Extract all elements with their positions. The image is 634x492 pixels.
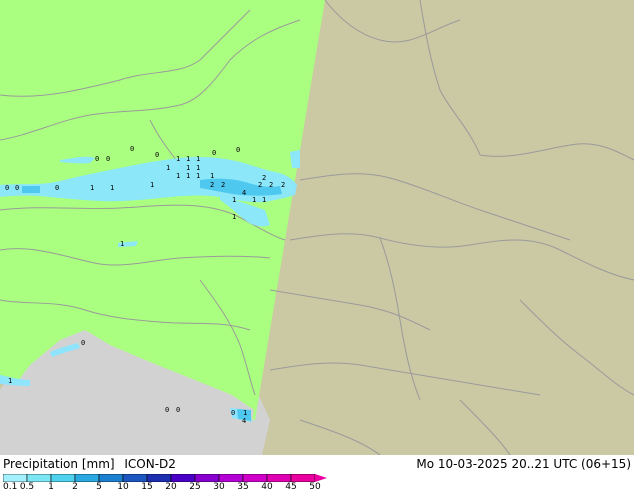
color-scale-segment [26, 474, 52, 482]
value-label: 1 [110, 184, 114, 192]
value-label: 0 [106, 155, 110, 163]
value-label: 1 [252, 196, 256, 204]
value-label: 1 [232, 213, 236, 221]
color-scale-segment [218, 474, 244, 482]
value-label: 1 [8, 377, 12, 385]
value-label: 4 [242, 189, 246, 197]
color-scale-segment [122, 474, 148, 482]
value-label: 1 [186, 164, 190, 172]
value-label: 1 [90, 184, 94, 192]
value-label: 1 [186, 155, 190, 163]
value-label: 0 [176, 406, 180, 414]
value-label: 0 [165, 406, 169, 414]
map-title: Precipitation [mm] ICON-D2 [3, 457, 182, 471]
color-scale-segment [170, 474, 196, 482]
value-label: 1 [196, 172, 200, 180]
value-label: 1 [243, 409, 247, 417]
color-scale-segment [266, 474, 292, 482]
value-label: 0 [155, 151, 159, 159]
value-label: 2 [210, 181, 214, 189]
map-footer: Precipitation [mm] ICON-D2 Mo 10-03-2025… [0, 455, 634, 492]
value-label: 0 [130, 145, 134, 153]
value-label: 1 [186, 172, 190, 180]
value-label: 0 [231, 409, 235, 417]
color-scale-segment [146, 474, 172, 482]
value-label: 2 [221, 181, 225, 189]
value-label: 4 [242, 417, 246, 425]
color-scale-segment [98, 474, 124, 482]
value-label: 0 [55, 184, 59, 192]
value-label: 2 [262, 174, 266, 182]
value-label: 1 [262, 196, 266, 204]
variable-label: Precipitation [mm] [3, 457, 115, 471]
color-scale-segment [50, 474, 76, 482]
value-label: 2 [258, 181, 262, 189]
color-scale [3, 474, 327, 482]
value-label: 1 [176, 172, 180, 180]
value-label: 1 [176, 155, 180, 163]
color-scale-segment [194, 474, 220, 482]
precipitation-map: 0 0 0 0 0 0 0 0 0 1 1 1 1 1 1 1 1 1 1 1 … [0, 0, 634, 455]
value-label: 0 [95, 155, 99, 163]
value-label: 0 [5, 184, 9, 192]
value-label: 1 [196, 164, 200, 172]
value-label: 2 [269, 181, 273, 189]
value-label: 0 [81, 339, 85, 347]
color-scale-arrow [315, 474, 327, 482]
color-scale-segment [290, 474, 316, 482]
valid-time-label: Mo 10-03-2025 20..21 UTC (06+15) [416, 457, 631, 471]
value-label: 1 [196, 155, 200, 163]
value-label: 0 [236, 146, 240, 154]
value-label: 0 [212, 149, 216, 157]
color-scale-segment [3, 474, 28, 482]
model-label: ICON-D2 [124, 457, 176, 471]
value-label: 1 [210, 172, 214, 180]
value-label: 1 [150, 181, 154, 189]
color-scale-segment [74, 474, 100, 482]
value-label: 1 [232, 196, 236, 204]
color-scale-segment [242, 474, 268, 482]
value-label: 1 [166, 164, 170, 172]
value-label: 2 [281, 181, 285, 189]
value-label: 0 [15, 184, 19, 192]
value-label: 1 [120, 240, 124, 248]
